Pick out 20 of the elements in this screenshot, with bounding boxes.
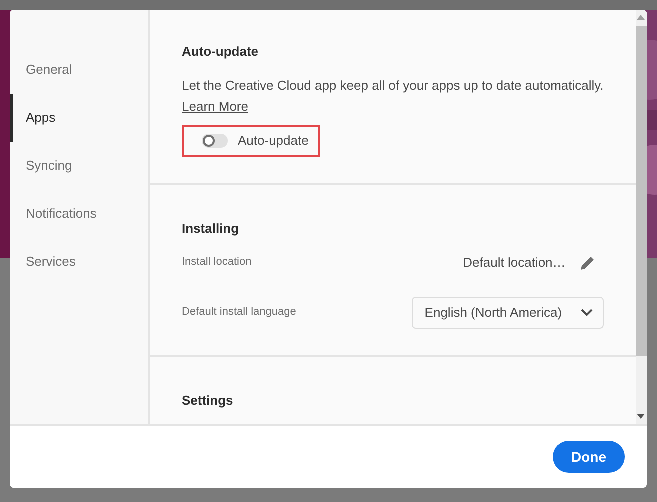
scrollbar[interactable] — [636, 10, 647, 424]
learn-more-link[interactable]: Learn More — [182, 97, 248, 116]
sidebar-item[interactable]: Services — [10, 238, 148, 286]
toggle-switch[interactable] — [202, 134, 228, 148]
location-value: Default location… — [463, 254, 566, 272]
sidebar-item[interactable]: Syncing — [10, 142, 148, 190]
scroll-down-icon[interactable] — [637, 414, 646, 420]
field-label: Install location — [182, 255, 252, 270]
section-title: Auto-update — [182, 43, 260, 61]
description: Let the Creative Cloud app keep all of your apps up to date automatically. — [182, 76, 604, 95]
section-title: Installing — [182, 220, 240, 238]
done-button[interactable]: Done — [553, 441, 625, 473]
chevron-down-icon — [580, 308, 593, 316]
pencil-icon[interactable] — [580, 254, 596, 270]
section-title: Settings — [182, 392, 234, 410]
sidebar-item[interactable]: Notifications — [10, 190, 148, 238]
language-dropdown[interactable]: English (North America) — [412, 296, 604, 328]
sidebar-item[interactable]: General — [10, 46, 148, 94]
field-label: Default install language — [182, 305, 296, 320]
toggle-label: Auto-update — [238, 132, 309, 150]
